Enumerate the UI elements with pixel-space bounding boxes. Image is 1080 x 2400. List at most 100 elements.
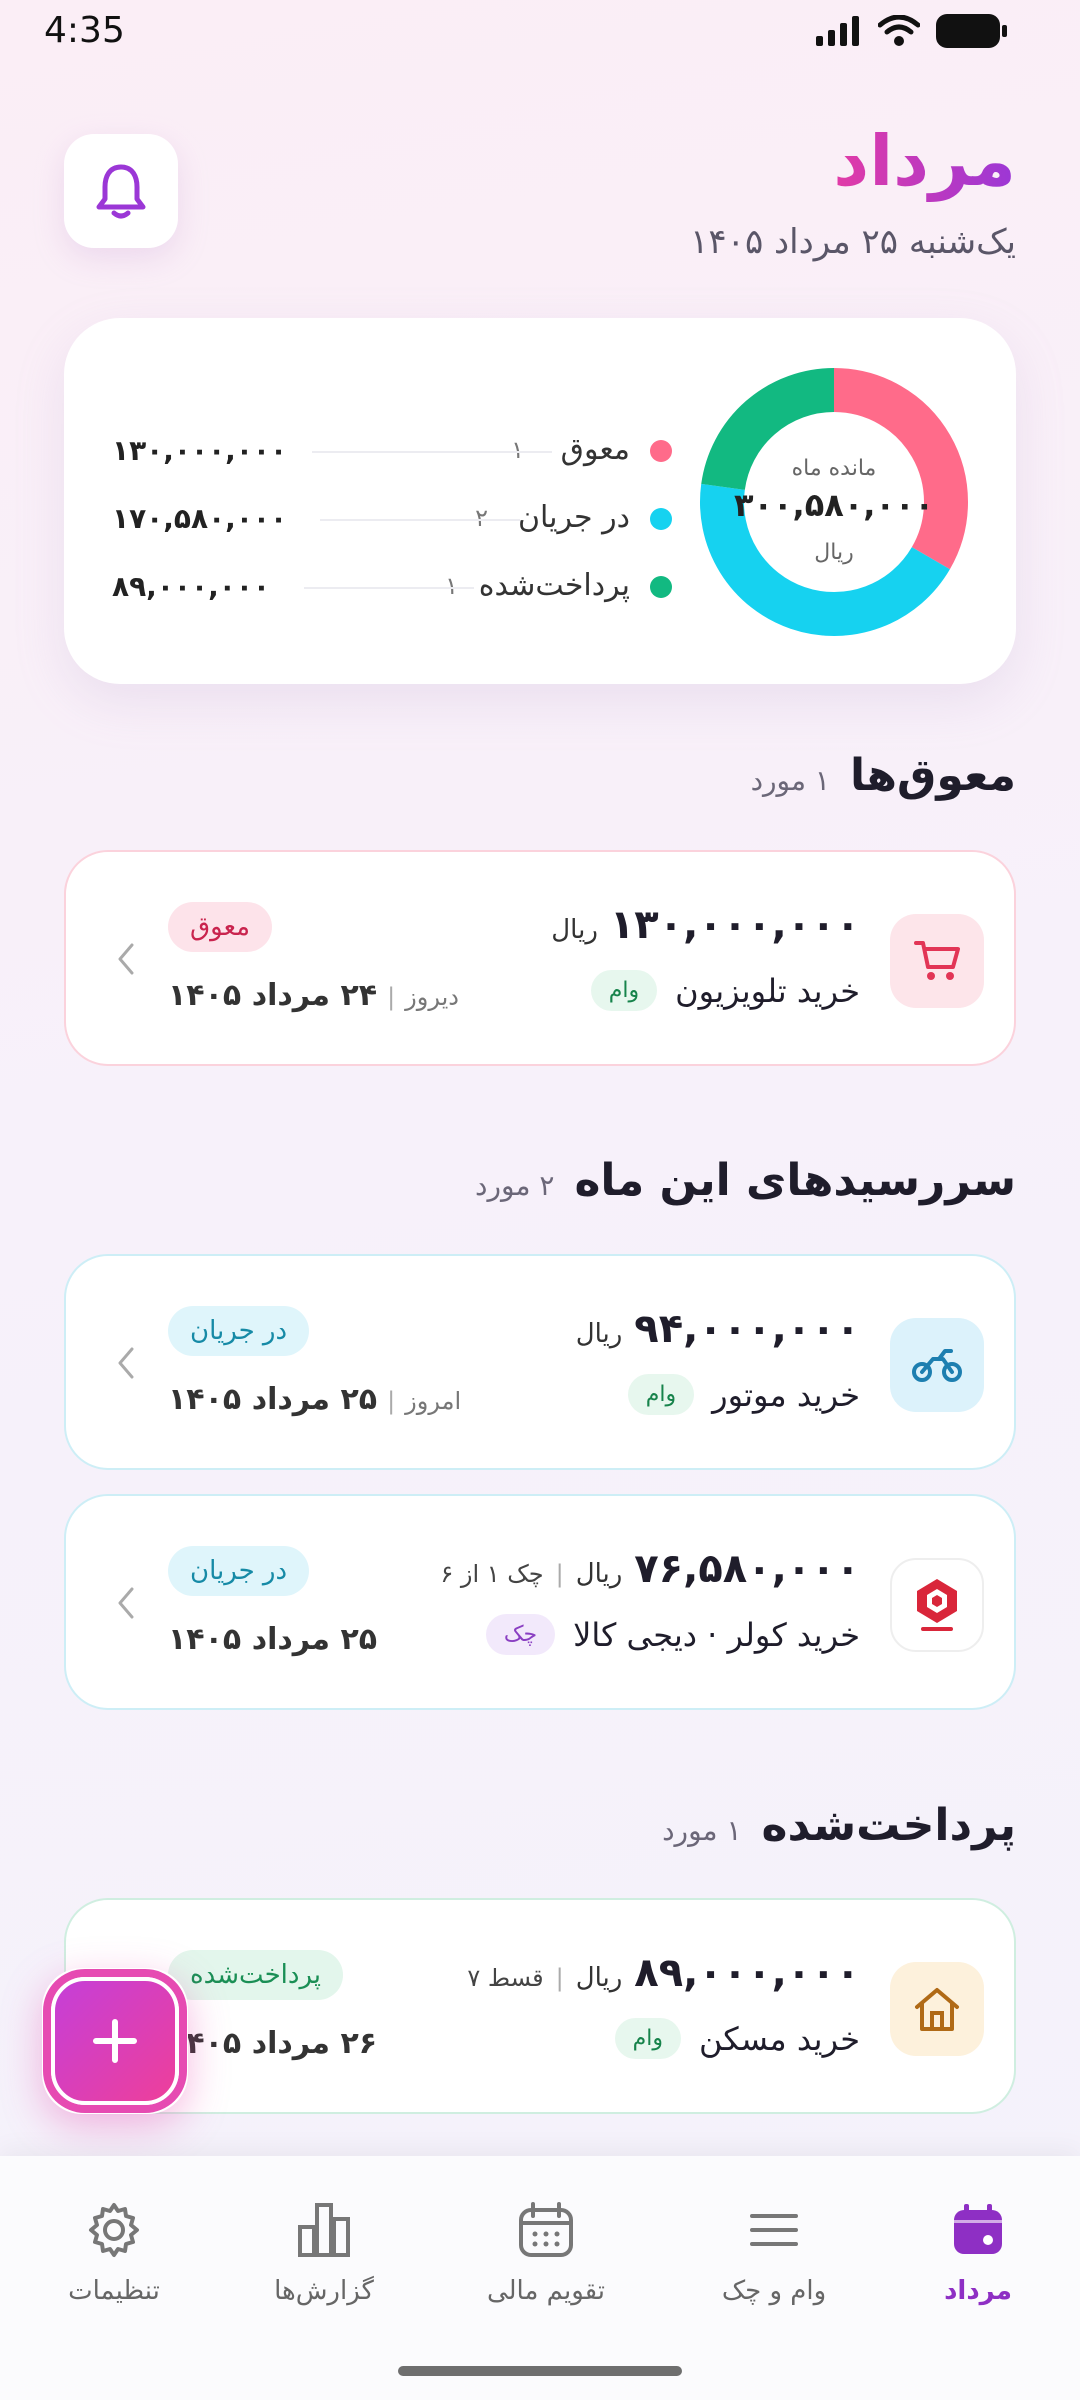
notifications-button[interactable] bbox=[64, 134, 178, 248]
currency-unit: ریال bbox=[575, 1963, 623, 1993]
legend-count: ۱ bbox=[511, 436, 524, 464]
home-indicator bbox=[398, 2366, 682, 2376]
nav-item-mordad[interactable]: مرداد bbox=[878, 2198, 1078, 2306]
legend-count: ۱ bbox=[445, 572, 458, 600]
type-tag: وام bbox=[627, 1374, 695, 1415]
remaining-label: مانده ماه bbox=[791, 456, 877, 481]
calendar-icon bbox=[954, 2204, 1002, 2254]
nav-item-reports[interactable]: گزارش‌ها bbox=[224, 2198, 424, 2306]
date-prefix: دیروز bbox=[405, 983, 459, 1011]
cart-icon bbox=[890, 914, 984, 1008]
calendar-grid-icon bbox=[519, 2202, 573, 2257]
header: مرداد یک‌شنبه ۲۵ مرداد ۱۴۰۵ bbox=[64, 120, 1016, 280]
legend-amount: ۱۳۰,۰۰۰,۰۰۰ bbox=[112, 434, 288, 467]
due-date: امروز | ۲۵ مرداد ۱۴۰۵ bbox=[168, 1382, 461, 1417]
name-line: خرید مسکن وام bbox=[614, 2018, 860, 2059]
name-line: خرید تلویزیون وام bbox=[590, 970, 860, 1011]
nav-label: تنظیمات bbox=[68, 2276, 160, 2306]
nav-label: تقویم مالی bbox=[486, 2276, 606, 2306]
overdue-section-header: معوق‌ها ۱ مورد bbox=[751, 750, 1016, 801]
nav-label: گزارش‌ها bbox=[274, 2276, 374, 2306]
legend-divider bbox=[320, 519, 520, 521]
bar-chart-icon bbox=[298, 2203, 350, 2257]
due-date: دیروز | ۲۴ مرداد ۱۴۰۵ bbox=[168, 978, 459, 1013]
donut-center: مانده ماه ۳۰۰,۵۸۰,۰۰۰ ریال bbox=[696, 364, 972, 640]
legend-count: ۲ bbox=[475, 504, 488, 532]
date-value: ۲۵ مرداد ۱۴۰۵ bbox=[168, 1622, 378, 1657]
add-button[interactable] bbox=[42, 1968, 188, 2114]
separator: | bbox=[555, 1964, 564, 1992]
item-name: خرید کولر · دیجی کالا bbox=[573, 1615, 860, 1654]
name-line: خرید موتور وام bbox=[627, 1374, 860, 1415]
legend-label: معوق bbox=[560, 432, 630, 467]
nav-item-loans[interactable]: وام و چک bbox=[674, 2198, 874, 2306]
battery-icon bbox=[936, 14, 1007, 48]
currency-unit: ریال bbox=[575, 1319, 623, 1349]
amount-line: ۹۴,۰۰۰,۰۰۰ ریال bbox=[576, 1306, 860, 1352]
legend-label: در جریان bbox=[517, 500, 630, 535]
nav-label: وام و چک bbox=[721, 2276, 827, 2306]
remaining-amount: ۳۰۰,۵۸۰,۰۰۰ bbox=[733, 486, 935, 524]
gear-icon bbox=[89, 2203, 139, 2257]
installment-card[interactable]: ۹۴,۰۰۰,۰۰۰ ریال خرید موتور وام در جریان … bbox=[64, 1254, 1016, 1470]
section-title: سررسیدهای این ماه bbox=[574, 1155, 1016, 1206]
wifi-icon bbox=[878, 15, 920, 46]
due-date: ۲۶ مرداد ۱۴۰۵ bbox=[168, 2026, 377, 2061]
status-time: 4:35 bbox=[44, 10, 125, 51]
date-value: ۲۵ مرداد ۱۴۰۵ bbox=[168, 1382, 378, 1417]
status-badge: پرداخت‌شده bbox=[168, 1950, 344, 2000]
installment-info: قسط ۷ bbox=[467, 1964, 544, 1992]
installment-card[interactable]: ۱۳۰,۰۰۰,۰۰۰ ریال خرید تلویزیون وام معوق … bbox=[64, 850, 1016, 1066]
nav-label: مرداد bbox=[944, 2276, 1012, 2306]
nav-item-settings[interactable]: تنظیمات bbox=[14, 2198, 214, 2306]
plus-icon bbox=[93, 2019, 137, 2063]
legend-dot-overdue bbox=[650, 440, 672, 462]
nav-item-calendar[interactable]: تقویم مالی bbox=[446, 2198, 646, 2306]
motorcycle-icon bbox=[890, 1318, 984, 1412]
installment-card[interactable]: ۷۶,۵۸۰,۰۰۰ ریال | چک ۱ از ۶ خرید کولر · … bbox=[64, 1494, 1016, 1710]
legend-divider bbox=[304, 587, 474, 589]
legend-divider bbox=[312, 451, 552, 453]
month-summary-card: مانده ماه ۳۰۰,۵۸۰,۰۰۰ ریال معوق ۱ ۱۳۰,۰۰… bbox=[64, 318, 1016, 684]
name-line: خرید کولر · دیجی کالا چک bbox=[485, 1614, 860, 1655]
chevron-left-icon bbox=[118, 1587, 134, 1619]
date-value: ۲۶ مرداد ۱۴۰۵ bbox=[168, 2026, 378, 2061]
section-count: ۱ مورد bbox=[750, 764, 830, 797]
status-bar: 4:35 bbox=[0, 0, 1080, 64]
menu-icon bbox=[750, 2214, 798, 2246]
installment-info: چک ۱ از ۶ bbox=[440, 1560, 544, 1588]
separator: | bbox=[555, 1560, 564, 1588]
legend-dot-in-progress bbox=[650, 508, 672, 530]
item-name: خرید تلویزیون bbox=[675, 971, 860, 1010]
section-count: ۱ مورد bbox=[662, 1814, 742, 1847]
type-tag: وام bbox=[590, 970, 658, 1011]
status-badge: در جریان bbox=[168, 1306, 310, 1356]
amount-line: ۸۹,۰۰۰,۰۰۰ ریال | قسط ۷ bbox=[467, 1950, 860, 1996]
legend-paid: پرداخت‌شده ۱ ۸۹,۰۰۰,۰۰۰ bbox=[112, 562, 672, 612]
amount: ۱۳۰,۰۰۰,۰۰۰ bbox=[609, 902, 860, 948]
installment-card[interactable]: ۸۹,۰۰۰,۰۰۰ ریال | قسط ۷ خرید مسکن وام پر… bbox=[64, 1898, 1016, 2114]
add-button-inner bbox=[51, 1977, 179, 2105]
item-name: خرید مسکن bbox=[698, 2019, 860, 2058]
amount: ۹۴,۰۰۰,۰۰۰ bbox=[634, 1306, 860, 1352]
currency-unit: ریال bbox=[575, 1559, 623, 1589]
legend-overdue: معوق ۱ ۱۳۰,۰۰۰,۰۰۰ bbox=[112, 426, 672, 476]
status-badge: معوق bbox=[168, 902, 273, 952]
legend-dot-paid bbox=[650, 576, 672, 598]
amount: ۸۹,۰۰۰,۰۰۰ bbox=[634, 1950, 860, 1996]
section-count: ۲ مورد bbox=[475, 1169, 555, 1202]
remaining-unit: ریال bbox=[814, 540, 854, 565]
section-title: معوق‌ها bbox=[849, 750, 1016, 801]
separator: | bbox=[387, 1387, 396, 1415]
separator: | bbox=[387, 983, 396, 1011]
type-tag: چک bbox=[485, 1614, 556, 1655]
page-title: مرداد bbox=[833, 120, 1016, 202]
paid-section-header: پرداخت‌شده ۱ مورد bbox=[662, 1800, 1016, 1851]
legend-in-progress: در جریان ۲ ۱۷۰,۵۸۰,۰۰۰ bbox=[112, 494, 672, 544]
status-icons bbox=[816, 14, 1008, 48]
legend-amount: ۱۷۰,۵۸۰,۰۰۰ bbox=[112, 502, 288, 535]
house-icon bbox=[890, 1962, 984, 2056]
date-value: ۲۴ مرداد ۱۴۰۵ bbox=[168, 978, 378, 1013]
legend-label: پرداخت‌شده bbox=[478, 568, 630, 603]
date-prefix: امروز bbox=[405, 1387, 462, 1415]
